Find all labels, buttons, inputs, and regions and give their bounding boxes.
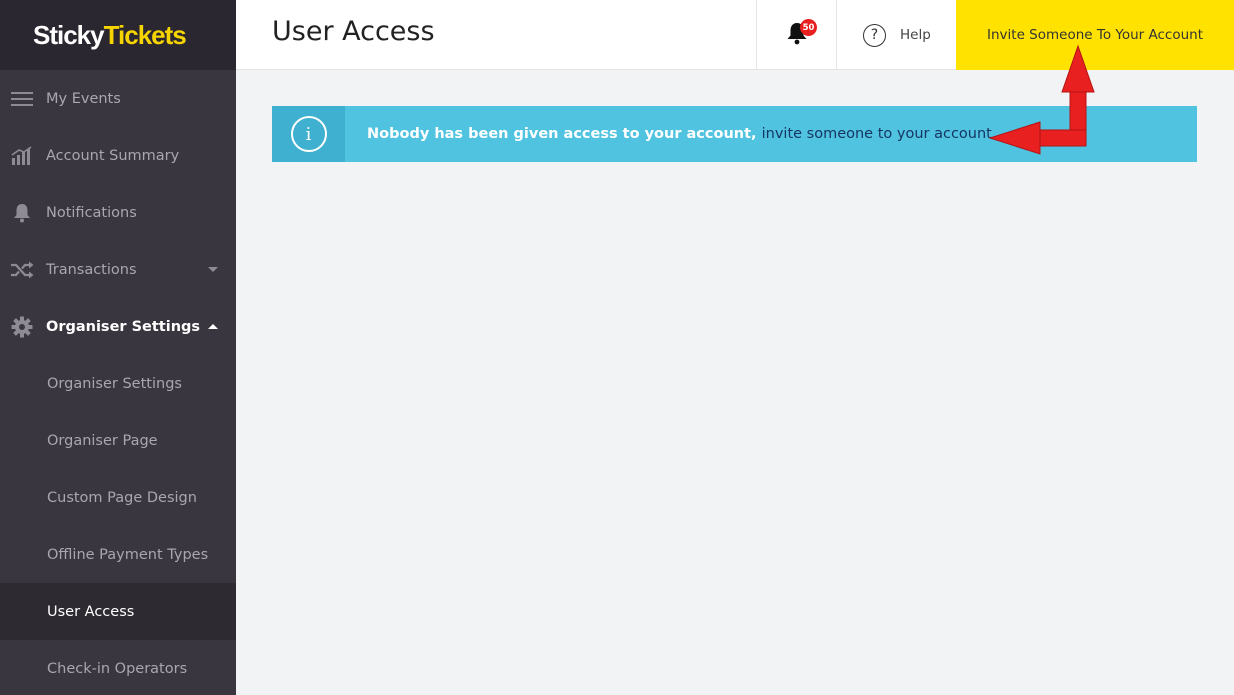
- gear-icon: [0, 316, 46, 338]
- page-title: User Access: [272, 16, 435, 47]
- sidebar-item-label: Notifications: [46, 204, 137, 221]
- alert-message-text: Nobody has been given access to your acc…: [367, 126, 762, 142]
- sidebar-subitem-organiser-settings[interactable]: Organiser Settings: [0, 355, 236, 412]
- brand-name-part1: Sticky: [33, 19, 105, 50]
- sidebar-subitem-organiser-page[interactable]: Organiser Page: [0, 412, 236, 469]
- notification-count-badge: 50: [800, 19, 817, 36]
- help-label: Help: [900, 27, 931, 43]
- sidebar-subitem-check-in-operators[interactable]: Check-in Operators: [0, 640, 236, 695]
- help-button[interactable]: ? Help: [836, 0, 956, 70]
- brand-name-part2: Tickets: [103, 19, 187, 50]
- question-circle-icon: ?: [863, 23, 886, 47]
- sidebar-item-label: My Events: [46, 90, 121, 107]
- brand-logo[interactable]: StickyTickets: [0, 0, 236, 70]
- sidebar-subitem-user-access[interactable]: User Access: [0, 583, 236, 640]
- chart-icon: [0, 145, 46, 166]
- sidebar-item-notifications[interactable]: Notifications: [0, 184, 236, 241]
- sidebar-subitem-custom-page-design[interactable]: Custom Page Design: [0, 469, 236, 526]
- alert-icon-container: i: [272, 106, 345, 162]
- sidebar-item-organiser-settings[interactable]: Organiser Settings: [0, 298, 236, 355]
- info-icon: i: [290, 116, 327, 152]
- sidebar-subitem-offline-payment-types[interactable]: Offline Payment Types: [0, 526, 236, 583]
- invite-someone-link[interactable]: invite someone to your account: [762, 126, 992, 142]
- sidebar: StickyTickets My Events Account Summary …: [0, 0, 236, 695]
- menu-icon: [0, 91, 46, 107]
- notifications-button[interactable]: 50: [756, 0, 836, 70]
- chevron-up-icon: [208, 323, 218, 329]
- bell-icon: [0, 203, 46, 223]
- top-header: User Access 50 ? Help Invite Someone To …: [236, 0, 1234, 70]
- sidebar-item-transactions[interactable]: Transactions: [0, 241, 236, 298]
- chevron-down-icon: [208, 266, 218, 272]
- sidebar-item-label: Account Summary: [46, 147, 180, 164]
- invite-someone-button[interactable]: Invite Someone To Your Account: [956, 0, 1234, 70]
- info-alert: i Nobody has been given access to your a…: [272, 106, 1197, 162]
- alert-message: Nobody has been given access to your acc…: [345, 126, 992, 142]
- shuffle-icon: [0, 261, 46, 279]
- sidebar-item-account-summary[interactable]: Account Summary: [0, 127, 236, 184]
- sidebar-item-my-events[interactable]: My Events: [0, 70, 236, 127]
